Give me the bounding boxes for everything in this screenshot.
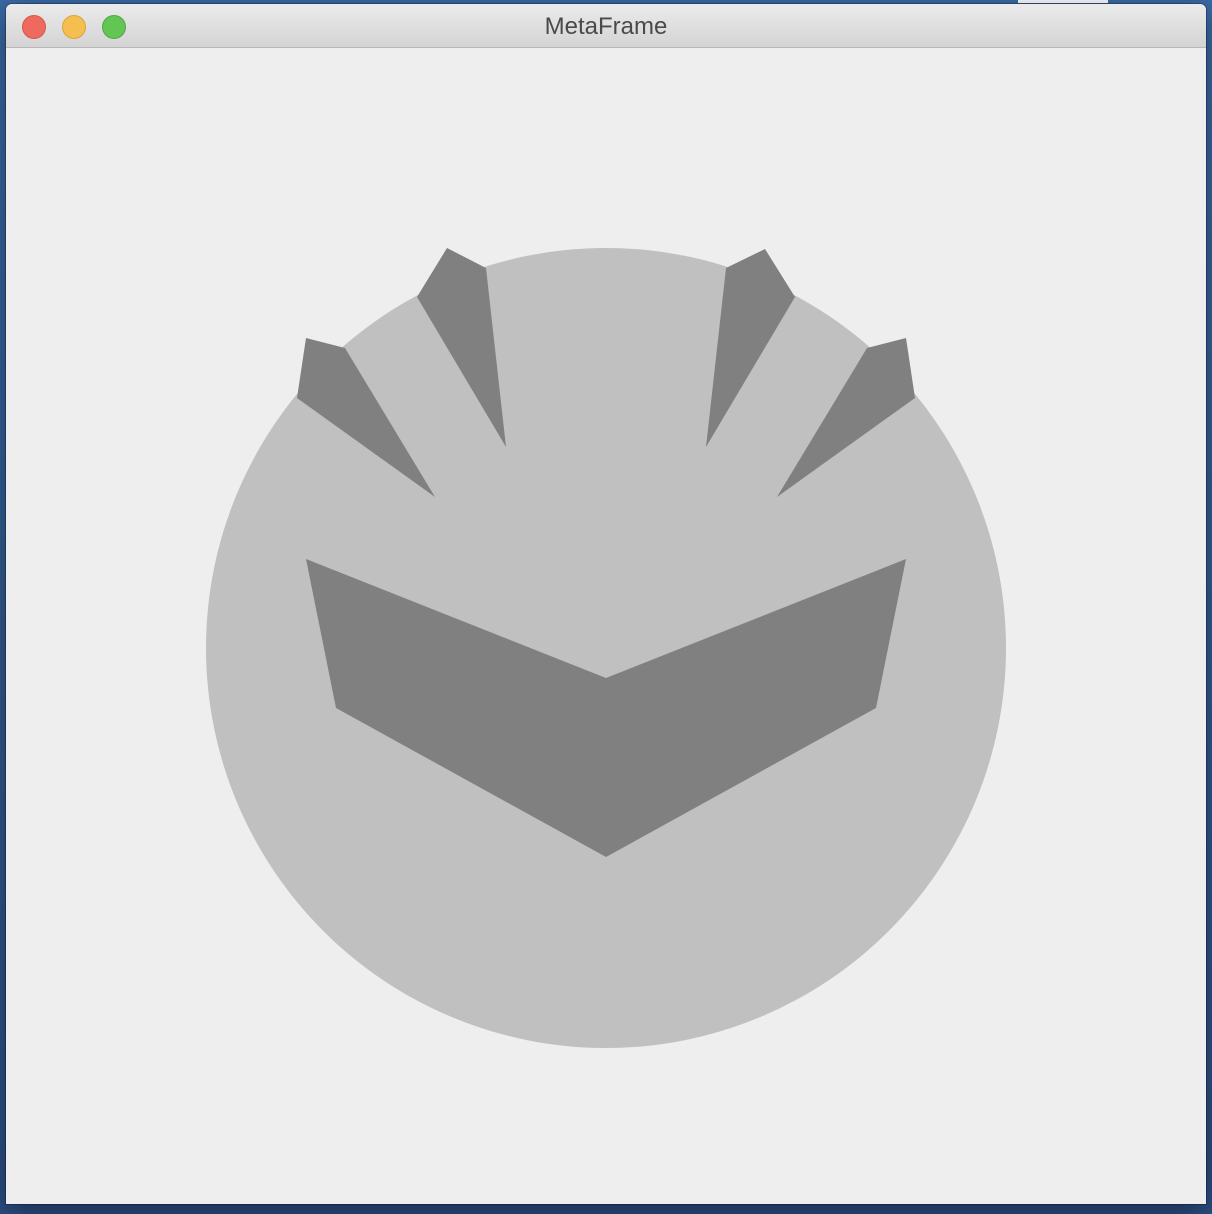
- metaframe-window: MetaFrame: [6, 4, 1206, 1204]
- desktop-edge-tab: [1018, 0, 1108, 3]
- close-button[interactable]: [22, 15, 46, 39]
- zoom-button[interactable]: [102, 15, 126, 39]
- window-title: MetaFrame: [544, 13, 668, 40]
- title-bar[interactable]: MetaFrame: [6, 4, 1206, 48]
- minimize-button[interactable]: [62, 15, 86, 39]
- mask-face-icon: [206, 248, 1006, 1048]
- drawing-canvas: [6, 48, 1206, 1204]
